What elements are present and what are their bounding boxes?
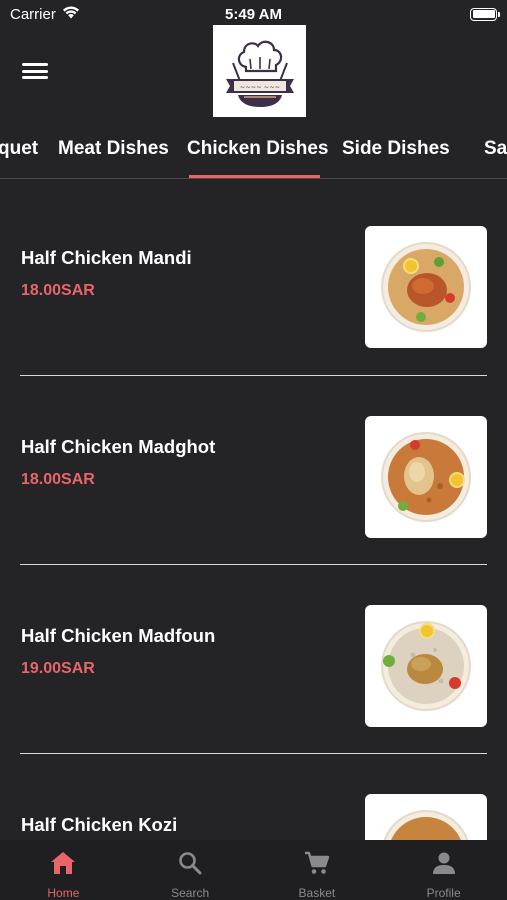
- nav-profile[interactable]: Profile: [380, 840, 507, 900]
- tab-meat-dishes[interactable]: Meat Dishes: [58, 138, 169, 160]
- item-price: 19.00SAR: [21, 660, 95, 677]
- nav-profile-label: Profile: [426, 886, 461, 900]
- item-name: Half Chicken Madfoun: [21, 625, 216, 646]
- tab-chicken-dishes[interactable]: Chicken Dishes: [187, 138, 329, 160]
- nav-home-label: Home: [47, 886, 80, 900]
- nav-basket[interactable]: Basket: [254, 840, 381, 900]
- category-tabs: quet Meat Dishes Chicken Dishes Side Dis…: [0, 128, 507, 179]
- item-image: [365, 794, 487, 840]
- item-name: Half Chicken Kozi: [21, 814, 178, 835]
- wifi-icon: [62, 5, 80, 23]
- nav-search[interactable]: Search: [127, 840, 254, 900]
- item-name: Half Chicken Mandi: [21, 247, 192, 268]
- item-price: 18.00SAR: [21, 471, 95, 488]
- menu-item-half-chicken-mandi[interactable]: Half Chicken Mandi 18.00SAR: [0, 180, 507, 369]
- carrier-label: Carrier: [10, 5, 56, 23]
- restaurant-logo: ~~~~ ~~~: [213, 25, 306, 117]
- menu-list: Half Chicken Mandi 18.00SAR Half Chicken…: [0, 180, 507, 840]
- status-left: Carrier: [10, 6, 80, 23]
- item-image: [365, 605, 487, 727]
- nav-home[interactable]: Home: [0, 840, 127, 900]
- tab-banquet[interactable]: quet: [0, 138, 38, 160]
- tab-side-dishes[interactable]: Side Dishes: [342, 138, 450, 160]
- nav-search-label: Search: [171, 886, 210, 900]
- item-name: Half Chicken Madghot: [21, 436, 216, 457]
- bottom-tab-bar: Home Search Basket Profile: [0, 840, 507, 900]
- app-header: ~~~~ ~~~: [0, 24, 507, 120]
- cart-icon: [304, 851, 330, 880]
- item-image: [365, 416, 487, 538]
- menu-item-half-chicken-madfoun[interactable]: Half Chicken Madfoun 19.00SAR: [0, 558, 507, 747]
- hamburger-menu-icon[interactable]: [22, 60, 48, 82]
- svg-text:~~~~ ~~~: ~~~~ ~~~: [239, 83, 279, 91]
- active-tab-indicator: [189, 175, 320, 178]
- home-icon: [50, 851, 76, 880]
- nav-basket-label: Basket: [298, 886, 336, 900]
- battery-icon: [470, 7, 500, 21]
- menu-item-half-chicken-kozi[interactable]: Half Chicken Kozi: [0, 747, 507, 840]
- person-icon: [432, 851, 456, 880]
- tab-salads[interactable]: Sa: [484, 138, 507, 160]
- item-price: 18.00SAR: [21, 282, 95, 299]
- search-icon: [178, 851, 202, 880]
- menu-item-half-chicken-madghot[interactable]: Half Chicken Madghot 18.00SAR: [0, 369, 507, 558]
- item-image: [365, 226, 487, 348]
